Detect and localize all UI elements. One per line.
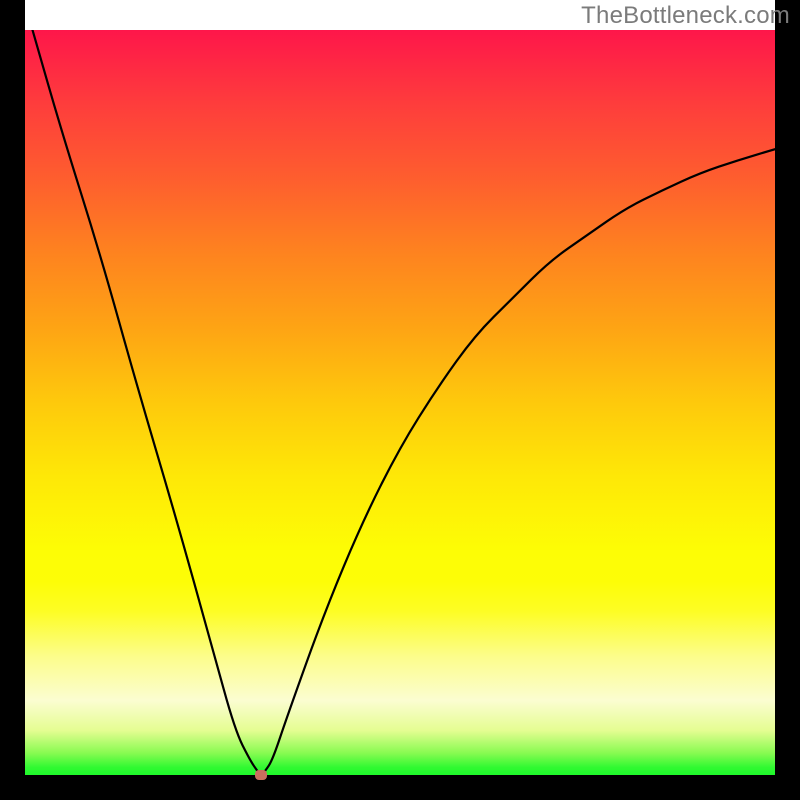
chart-container: TheBottleneck.com xyxy=(0,0,800,800)
curve-path xyxy=(33,30,776,774)
minimum-marker xyxy=(255,770,267,780)
bottleneck-curve xyxy=(25,30,775,775)
attribution-label: TheBottleneck.com xyxy=(581,2,790,30)
plot-area xyxy=(25,30,775,775)
